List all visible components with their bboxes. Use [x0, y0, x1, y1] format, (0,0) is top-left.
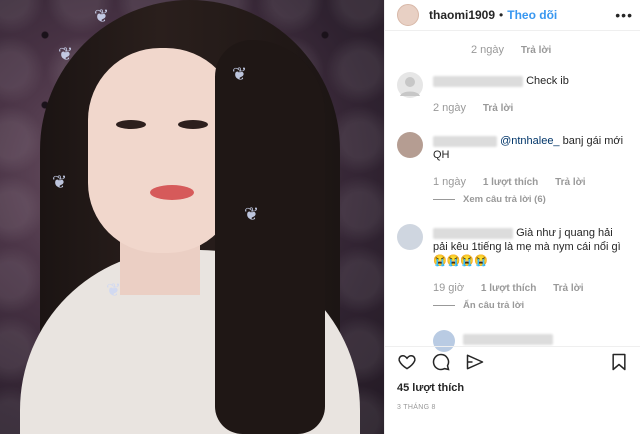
butterfly-sticker: ❦ [106, 280, 122, 300]
reply-button[interactable]: Trả lời [553, 283, 583, 294]
commenter-avatar[interactable] [397, 224, 423, 250]
blurred-username [433, 227, 513, 239]
more-options-icon[interactable]: ••• [615, 7, 633, 23]
mention-link[interactable]: @ntnhalee_ [500, 135, 560, 147]
commenter-avatar[interactable] [433, 330, 455, 352]
default-user-icon [400, 77, 420, 96]
comment-meta: 2 ngày Trả lời [433, 102, 527, 114]
left-eye [116, 120, 146, 129]
reply-button[interactable]: Trả lời [483, 103, 513, 114]
reply-line [433, 304, 455, 306]
reply-button[interactable]: Trả lời [555, 177, 585, 188]
username-link[interactable]: thaomi1909 [429, 8, 495, 22]
like-count[interactable]: 1 lượt thích [483, 177, 538, 188]
post-photo[interactable]: ❦ ❦ ❦ ❦ ❦ ❦ [0, 0, 384, 434]
right-eye [178, 120, 208, 129]
like-count[interactable]: 1 lượt thích [481, 283, 536, 294]
comment-time: 19 giờ [433, 282, 465, 294]
follow-button[interactable]: Theo dõi [507, 8, 557, 22]
comment-icon[interactable] [431, 352, 451, 372]
post-sidebar: thaomi1909 • Theo dõi ••• 2 ngày Trả lời… [384, 0, 640, 434]
post-date: 3 THÁNG 8 [397, 404, 436, 411]
avatar[interactable] [397, 4, 419, 26]
comment-time: 1 ngày [433, 176, 467, 188]
heart-icon[interactable] [397, 352, 417, 372]
butterfly-sticker: ❦ [58, 44, 74, 64]
comment-meta: 2 ngày Trả lời [471, 44, 640, 56]
comment-meta: 19 giờ 1 lượt thích Trả lời [433, 282, 598, 294]
comment-meta: 1 ngày 1 lượt thích Trả lời [433, 176, 600, 188]
reply-button[interactable]: Trả lời [521, 45, 551, 56]
butterfly-sticker: ❦ [244, 204, 260, 224]
separator-dot: • [499, 8, 504, 22]
comment-text: Già như j quang hải pải kêu 1tiếng là mẹ… [433, 226, 629, 268]
comment-text: @ntnhalee_ banj gái mới QH [433, 134, 629, 162]
butterfly-sticker: ❦ [94, 6, 110, 26]
commenter-avatar[interactable] [397, 132, 423, 158]
action-bar [397, 352, 485, 372]
hair-side [215, 40, 325, 434]
butterfly-sticker: ❦ [232, 64, 248, 84]
comment-time: 2 ngày [433, 102, 467, 114]
view-replies-button[interactable]: Xem câu trả lời (6) [433, 194, 546, 205]
comment-time: 2 ngày [471, 44, 505, 56]
blurred-username [463, 334, 553, 345]
blurred-username [433, 75, 523, 87]
hide-replies-label: Ẩn câu trả lời [463, 300, 525, 311]
bookmark-icon[interactable] [609, 352, 629, 372]
like-count[interactable]: 45 lượt thích [397, 382, 464, 394]
commenter-avatar[interactable] [397, 72, 423, 98]
lips [150, 185, 194, 200]
post-header: thaomi1909 • Theo dõi ••• [385, 0, 640, 31]
reply-line [433, 198, 455, 200]
comment-body: Check ib [526, 75, 569, 87]
view-replies-label: Xem câu trả lời (6) [463, 194, 546, 205]
blurred-username [433, 135, 497, 147]
share-icon[interactable] [465, 352, 485, 372]
comment-text: Check ib [433, 74, 569, 88]
hide-replies-button[interactable]: Ẩn câu trả lời [433, 300, 524, 311]
butterfly-sticker: ❦ [52, 172, 68, 192]
actions-divider [385, 346, 640, 347]
